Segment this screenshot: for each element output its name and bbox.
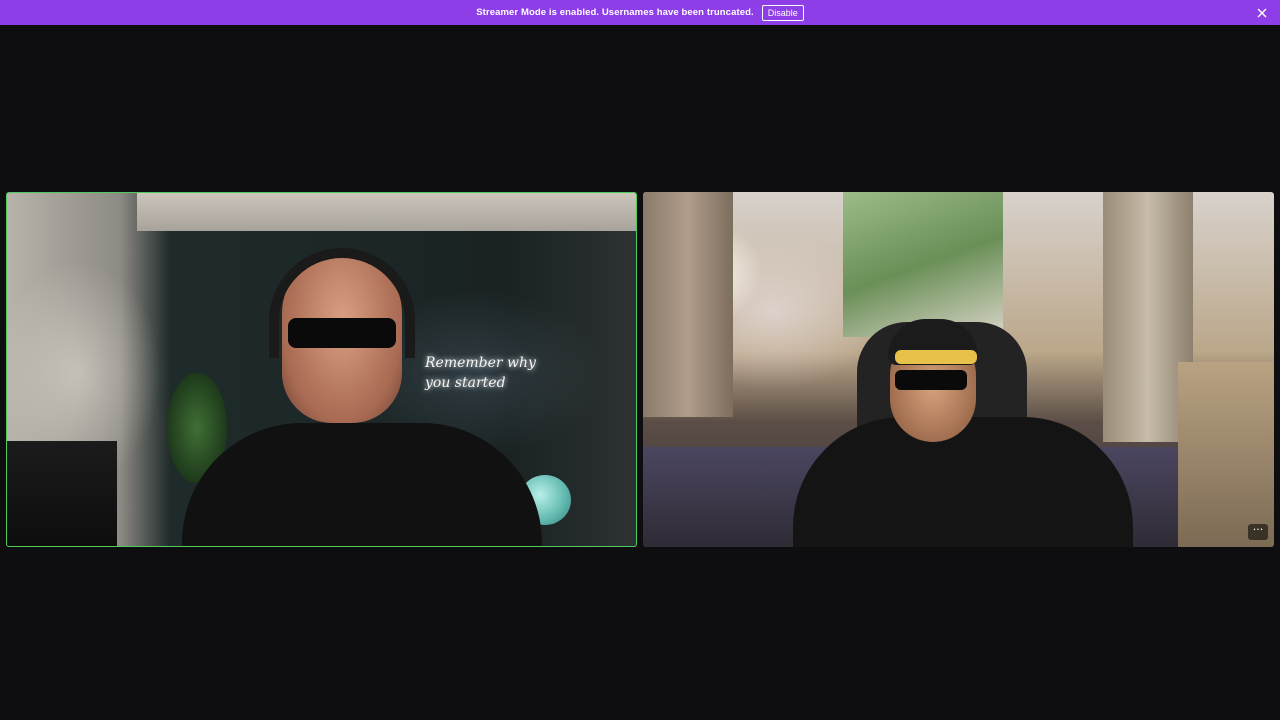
streamer-mode-notice-text: Streamer Mode is enabled. Usernames have…	[476, 7, 754, 18]
video-background	[843, 192, 1003, 337]
participant-video-tile[interactable]: ···	[643, 192, 1274, 547]
neon-sign-line: Remember why	[425, 355, 536, 371]
neon-sign-line: you started	[425, 375, 506, 391]
participant-figure	[182, 423, 542, 546]
cap-logo	[895, 350, 977, 364]
close-icon[interactable]	[1256, 6, 1268, 18]
video-background	[137, 193, 636, 231]
streamer-mode-notice-bar: Streamer Mode is enabled. Usernames have…	[0, 0, 1280, 25]
participant-video-tile-speaking[interactable]: Remember why you started	[6, 192, 637, 547]
more-options-ellipsis-icon[interactable]: ···	[1248, 524, 1268, 540]
sunglasses	[288, 318, 396, 348]
participant-figure	[793, 417, 1133, 547]
video-call-stage: Remember why you started ···	[0, 25, 1280, 720]
video-background	[7, 441, 117, 546]
video-background	[1178, 362, 1274, 547]
sunglasses	[895, 370, 967, 390]
disable-streamer-mode-button[interactable]: Disable	[761, 4, 804, 21]
video-background	[643, 192, 733, 417]
neon-sign-text: Remember why you started	[425, 353, 536, 393]
